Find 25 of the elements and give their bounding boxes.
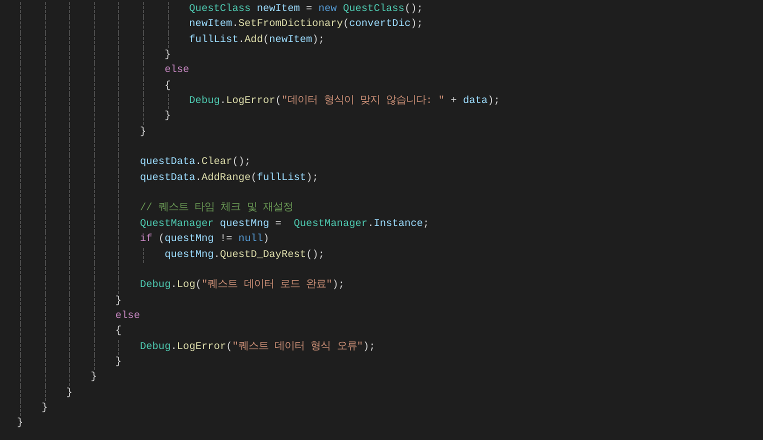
code-line: } — [164, 109, 171, 124]
code-line: if (questMng != null) — [140, 232, 270, 248]
code-line: } — [115, 354, 122, 370]
code-line: Debug.Log("퀘스트 데이터 로드 완료"); — [140, 278, 345, 294]
code-line: } — [140, 124, 146, 140]
code-line: } — [66, 386, 72, 401]
code-line: } — [115, 294, 122, 309]
code-line: { — [115, 324, 122, 340]
code-line: } — [42, 400, 48, 416]
code-line: else — [164, 63, 190, 78]
code-line: questData.AddRange(fullList); — [140, 170, 318, 186]
code-line: } — [17, 416, 24, 432]
code-line: questData.Clear(); — [140, 155, 251, 170]
code-line: { — [164, 78, 171, 94]
code-line: questMng.QuestD_DayRest(); — [164, 248, 325, 262]
code-line: QuestManager questMng = QuestManager.Instance; — [140, 216, 430, 232]
code-comment: // 퀘스트 타임 체크 및 재설정 — [140, 201, 294, 216]
code-line: newItem.SetFromDictionary(convertDic); — [189, 17, 423, 32]
code-line: QuestClass newItem = new QuestClass(); — [189, 2, 423, 17]
code-line: Debug.LogError("데이터 형식이 맞지 않습니다: " + data); — [189, 94, 500, 110]
code-line: Debug.LogError("퀘스트 데이터 형식 오류"); — [140, 340, 376, 355]
code-line: } — [90, 370, 97, 386]
code-line: } — [164, 48, 171, 64]
code-line: else — [115, 308, 140, 324]
code-line: fullList.Add(newItem); — [189, 32, 325, 48]
